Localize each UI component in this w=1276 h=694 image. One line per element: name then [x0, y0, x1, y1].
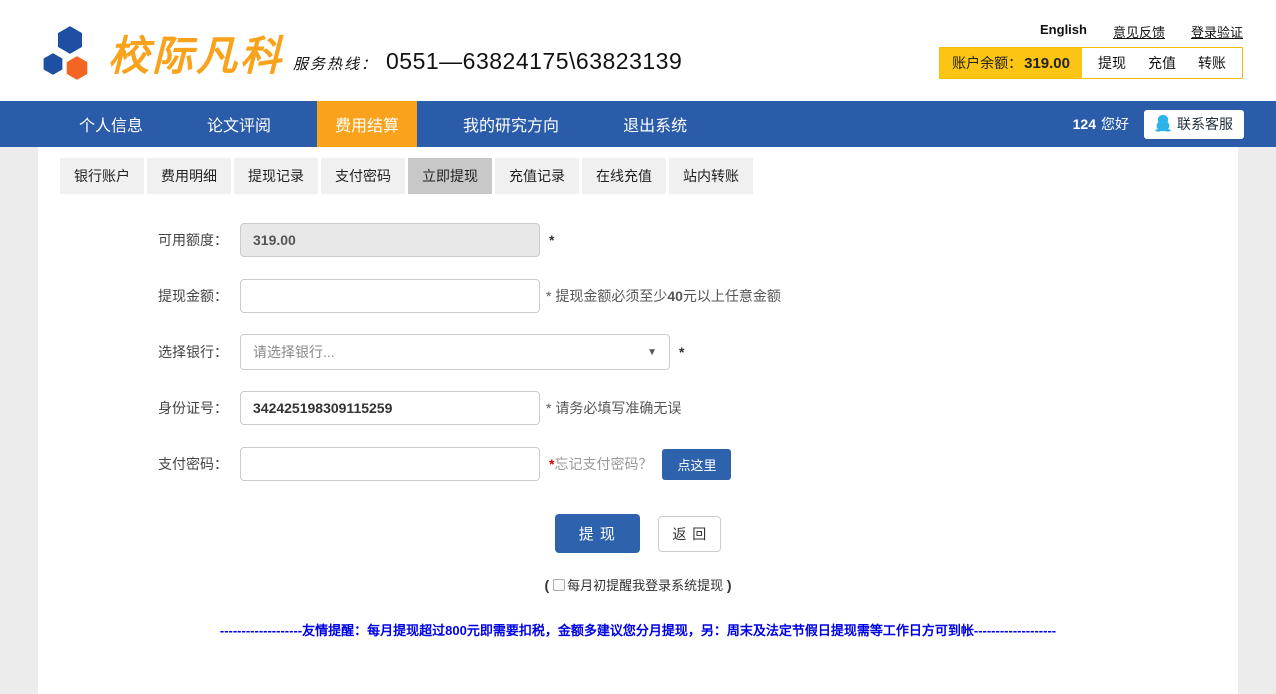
bank-select-placeholder: 请选择银行...	[253, 342, 335, 362]
tab-recharge-records[interactable]: 充值记录	[495, 158, 579, 194]
friendly-reminder: -------------------友情提醒：每月提现超过800元即需要扣税，…	[38, 620, 1238, 639]
top-link-login-verify[interactable]: 登录验证	[1191, 22, 1243, 41]
bank-select-label: 选择银行：	[158, 342, 226, 362]
nav-item-paper-review[interactable]: 论文评阅	[189, 101, 289, 147]
logo-text: 校际凡科	[108, 36, 284, 77]
content-card: 银行账户 费用明细 提现记录 支付密码 立即提现 充值记录 在线充值 站内转账 …	[38, 147, 1238, 694]
id-number-label: 身份证号：	[158, 398, 226, 418]
contact-service-button[interactable]: 联系客服	[1144, 110, 1244, 139]
quick-link-transfer[interactable]: 转账	[1198, 53, 1226, 73]
id-number-field[interactable]	[240, 391, 540, 425]
user-id: 124	[1073, 116, 1096, 132]
payment-password-field[interactable]	[240, 447, 540, 481]
account-balance: 账户余额： 319.00	[940, 48, 1082, 78]
nav-item-research-direction[interactable]: 我的研究方向	[445, 101, 577, 147]
tab-site-transfer[interactable]: 站内转账	[669, 158, 753, 194]
quick-link-withdraw[interactable]: 提现	[1098, 53, 1126, 73]
back-button[interactable]: 返 回	[658, 516, 721, 552]
form-row-id-number: 身份证号： * 请务必填写准确无误	[158, 390, 1238, 426]
reminder-dashes-right: -------------------	[974, 623, 1056, 638]
top-links: English 意见反馈 登录验证	[1040, 22, 1243, 41]
paren-close: )	[727, 577, 732, 593]
nav-item-fee-settlement[interactable]: 费用结算	[317, 101, 417, 147]
tab-payment-password[interactable]: 支付密码	[321, 158, 405, 194]
form-actions: 提 现 返 回	[38, 514, 1238, 553]
hotline-number: 0551—63824175\63823139	[386, 48, 682, 75]
payment-password-label: 支付密码：	[158, 454, 226, 474]
monthly-reminder-label: 每月初提醒我登录系统提现	[567, 578, 723, 593]
tab-withdraw-now[interactable]: 立即提现	[408, 158, 492, 194]
forgot-password-button[interactable]: 点这里	[662, 449, 731, 480]
tab-withdraw-records[interactable]: 提现记录	[234, 158, 318, 194]
service-hotline: 服务热线： 0551—63824175\63823139	[293, 48, 682, 75]
form-row-bank: 选择银行： 请选择银行... ▼ *	[158, 334, 1238, 370]
bank-select[interactable]: 请选择银行... ▼	[240, 334, 670, 370]
settlement-tabs: 银行账户 费用明细 提现记录 支付密码 立即提现 充值记录 在线充值 站内转账	[60, 158, 1238, 194]
page-header: 校际凡科 服务热线： 0551—63824175\63823139 Englis…	[0, 0, 1276, 101]
required-star: *	[549, 232, 554, 248]
account-balance-label: 账户余额：	[952, 53, 1022, 73]
top-link-english[interactable]: English	[1040, 22, 1087, 41]
form-row-password: 支付密码： * 忘记支付密码？ 点这里	[158, 446, 1238, 482]
available-quota-field	[240, 223, 540, 257]
nav-user-area: 124 您好 联系客服	[1073, 101, 1244, 147]
tab-fee-details[interactable]: 费用明细	[147, 158, 231, 194]
nav-item-personal-info[interactable]: 个人信息	[61, 101, 161, 147]
account-balance-box: 账户余额： 319.00 提现 充值 转账	[939, 47, 1243, 79]
greeting-text: 您好	[1101, 114, 1129, 134]
withdraw-amount-label: 提现金额：	[158, 286, 226, 306]
withdraw-amount-field[interactable]	[240, 279, 540, 313]
monthly-reminder-checkbox[interactable]	[553, 579, 565, 591]
contact-service-label: 联系客服	[1177, 114, 1233, 134]
top-link-feedback[interactable]: 意见反馈	[1113, 22, 1165, 41]
logo-hexagons-icon	[40, 24, 98, 89]
id-number-note: * 请务必填写准确无误	[546, 398, 681, 418]
withdraw-button[interactable]: 提 现	[555, 514, 640, 553]
form-row-available: 可用额度： *	[158, 222, 1238, 258]
page-body: 银行账户 费用明细 提现记录 支付密码 立即提现 充值记录 在线充值 站内转账 …	[0, 147, 1276, 694]
logo[interactable]: 校际凡科	[40, 24, 284, 89]
amount-note: * 提现金额必须至少40元以上任意金额	[546, 286, 781, 306]
nav-item-logout[interactable]: 退出系统	[605, 101, 705, 147]
form-row-amount: 提现金额： * 提现金额必须至少40元以上任意金额	[158, 278, 1238, 314]
tab-bank-account[interactable]: 银行账户	[60, 158, 144, 194]
quick-link-recharge[interactable]: 充值	[1148, 53, 1176, 73]
monthly-reminder-row: ( 每月初提醒我登录系统提现 )	[38, 575, 1238, 594]
qq-penguin-icon	[1155, 114, 1171, 135]
withdraw-form: 可用额度： * 提现金额： * 提现金额必须至少40元以上任意金额 选择银行： …	[38, 222, 1238, 639]
reminder-text-pre: 友情提醒：每月提现超过	[302, 623, 445, 638]
hotline-label: 服务热线：	[293, 53, 378, 74]
reminder-text-post: 元即需要扣税，金额多建议您分月提现，另：周末及法定节假日提现需等工作日方可到帐	[467, 623, 974, 638]
chevron-down-icon: ▼	[647, 347, 657, 358]
account-balance-value: 319.00	[1024, 55, 1070, 72]
forgot-password-text: 忘记支付密码？	[554, 454, 652, 474]
required-star: *	[679, 344, 684, 360]
reminder-dashes-left: -------------------	[220, 623, 302, 638]
paren-open: (	[545, 577, 550, 593]
available-quota-label: 可用额度：	[158, 230, 226, 250]
balance-quick-links: 提现 充值 转账	[1082, 48, 1242, 78]
main-nav: 个人信息 论文评阅 费用结算 我的研究方向 退出系统 124 您好 联系客服	[0, 101, 1276, 147]
reminder-amount: 800	[445, 623, 467, 638]
tab-online-recharge[interactable]: 在线充值	[582, 158, 666, 194]
